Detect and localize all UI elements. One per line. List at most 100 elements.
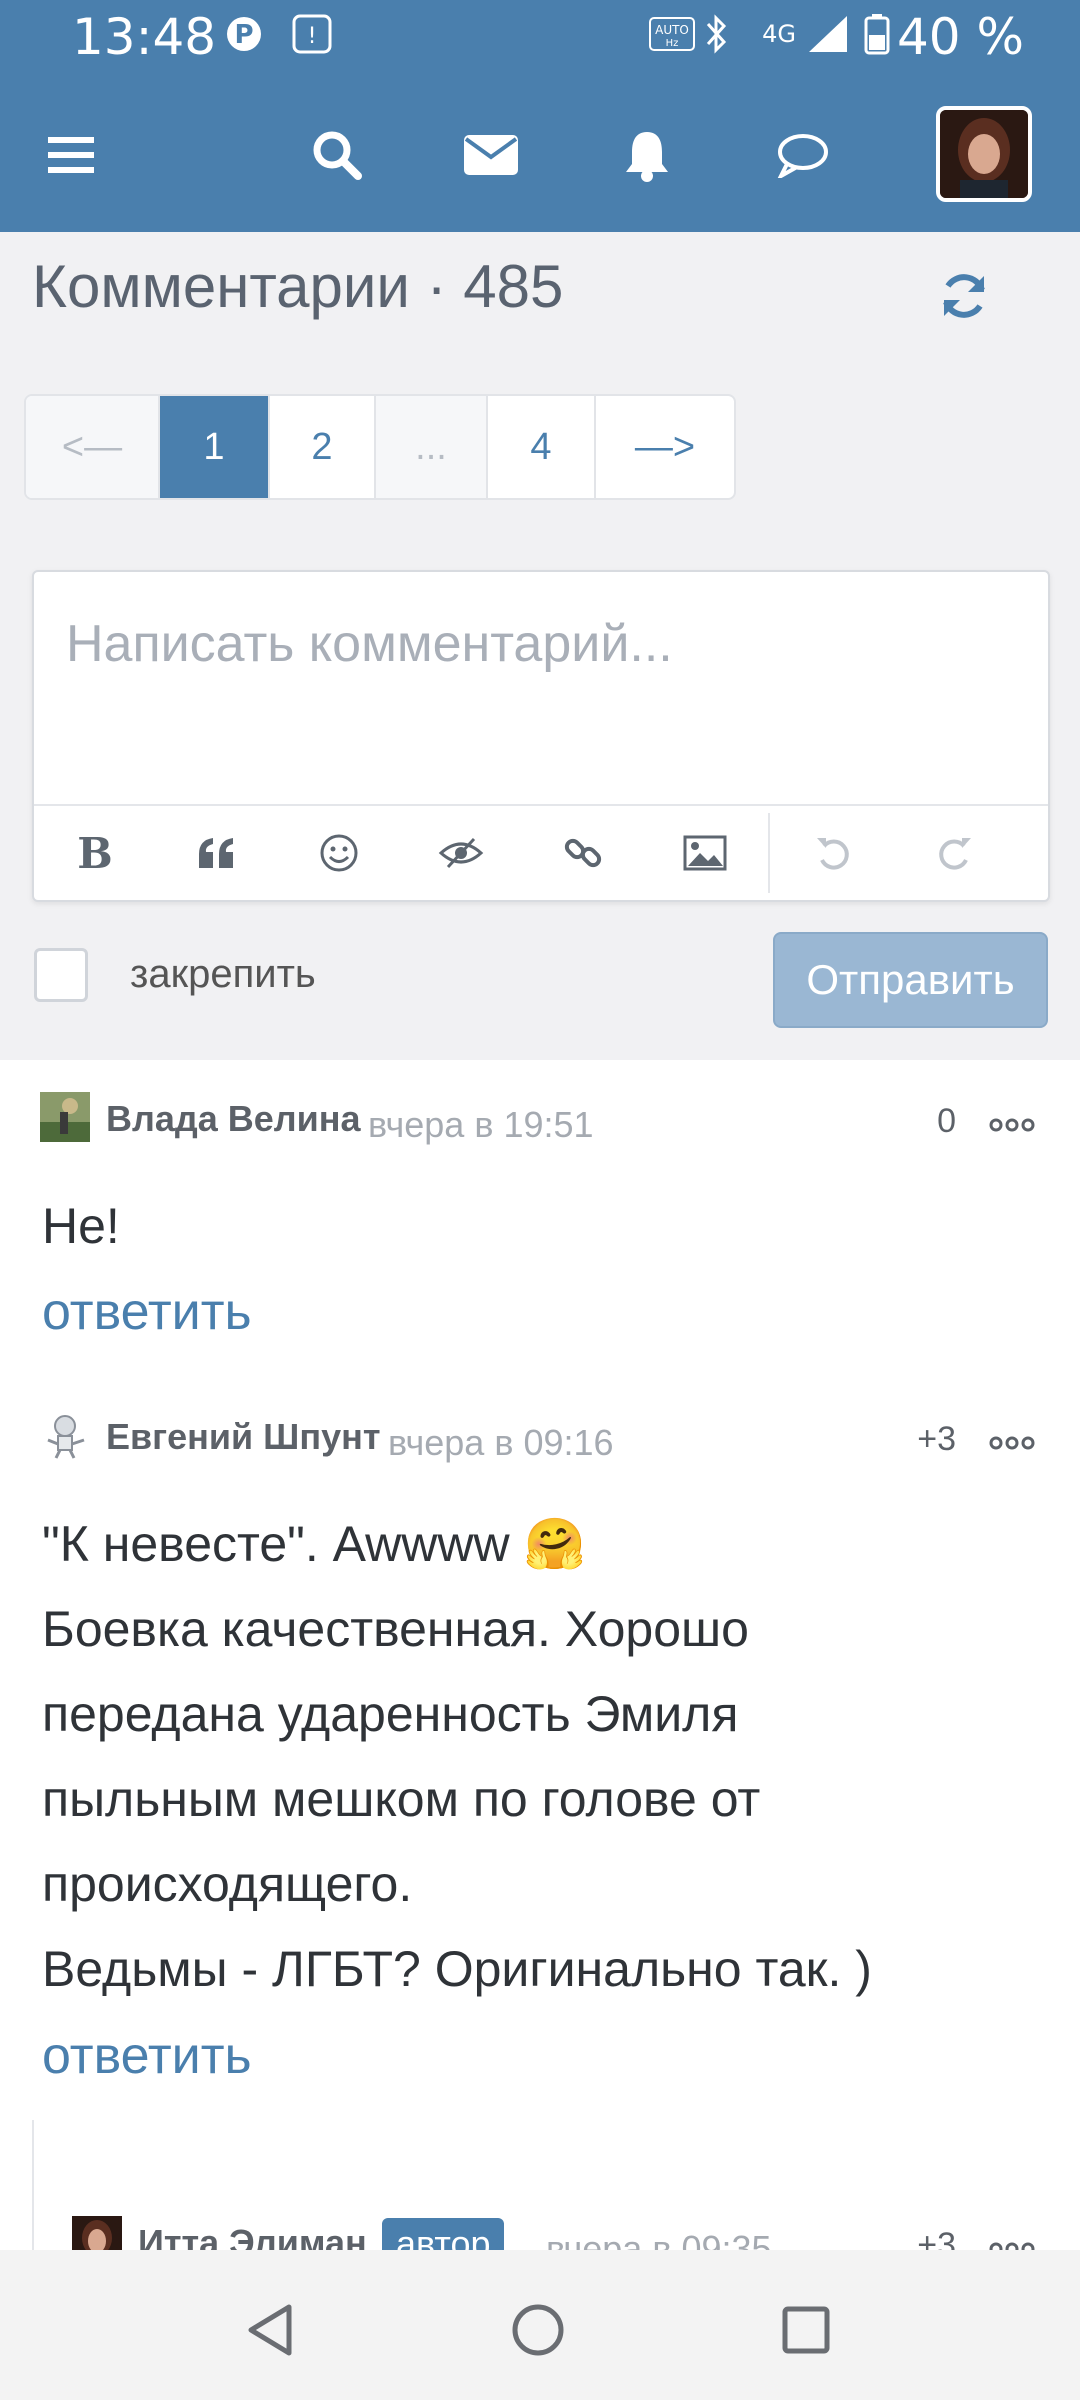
auto-hz-icon: AUTO Hz — [648, 14, 696, 54]
comment-author[interactable]: Евгений Шпунт — [106, 1416, 380, 1458]
bold-icon: B — [77, 828, 113, 878]
comment-line: Ведьмы - ЛГБТ? Оригинально так. ) — [42, 1941, 872, 1997]
image-button[interactable] — [644, 805, 766, 901]
svg-text:P: P — [234, 20, 253, 50]
redo-button[interactable] — [894, 805, 1016, 901]
page-title: Комментарии · 485 — [32, 253, 564, 320]
pagination-ellipsis: ... — [376, 396, 488, 498]
quote-icon — [199, 838, 233, 868]
menu-icon — [48, 137, 94, 173]
recents-icon — [782, 2306, 830, 2354]
recents-button[interactable] — [766, 2290, 846, 2370]
notifications-button[interactable] — [592, 100, 702, 210]
battery-icon — [862, 14, 892, 55]
editor-toolbar: B — [34, 804, 1048, 900]
search-icon — [313, 131, 362, 180]
status-bar: 13:48 P ! AUTO Hz 4G 40 % — [0, 0, 1080, 72]
pagination-next[interactable]: —> — [596, 396, 734, 498]
pagination-page-1[interactable]: 1 — [160, 396, 270, 498]
comment-text: "К невесте". Awwww 🤗 Боевка качественная… — [42, 1502, 1042, 2012]
menu-button[interactable] — [16, 100, 126, 210]
avatar[interactable] — [40, 1410, 90, 1460]
comment-author[interactable]: Влада Велина — [106, 1098, 361, 1140]
svg-text:!: ! — [308, 24, 317, 49]
link-button[interactable] — [522, 805, 644, 901]
undo-icon — [817, 838, 849, 870]
network-type: 4G — [762, 20, 796, 48]
chat-button[interactable] — [748, 100, 858, 210]
comments-list: Влада Велина вчера в 19:51 0 Не! ответит… — [0, 1060, 1080, 2250]
signal-icon — [806, 14, 850, 54]
more-icon — [989, 2242, 1035, 2250]
battery-percent: 40 % — [896, 8, 1024, 66]
reply-link[interactable]: ответить — [42, 1282, 252, 1342]
redo-icon — [939, 838, 971, 870]
pinterest-icon: P — [224, 14, 264, 54]
comment-score: +3 — [917, 2226, 956, 2250]
comment-time[interactable]: вчера в 09:16 — [388, 1422, 614, 1464]
mail-icon — [464, 135, 518, 175]
comment-editor: B — [32, 570, 1050, 902]
bluetooth-icon — [702, 14, 732, 54]
home-icon — [512, 2304, 564, 2356]
reply-link[interactable]: ответить — [42, 2026, 252, 2086]
spoiler-button[interactable] — [400, 805, 522, 901]
avatar[interactable] — [72, 2216, 122, 2250]
refresh-button[interactable] — [930, 262, 998, 330]
pagination-prev[interactable]: <— — [26, 396, 160, 498]
system-nav-bar — [0, 2250, 1080, 2400]
top-nav — [0, 100, 1080, 210]
comment-line: Боевка качественная. Хорошо — [42, 1601, 749, 1657]
comment-line: передана ударенность Эмиля — [42, 1686, 739, 1742]
comment-line: "К невесте". Awwww 🤗 — [42, 1516, 586, 1572]
more-icon — [989, 1118, 1035, 1132]
app-notification-icon: ! — [290, 14, 334, 54]
svg-text:AUTO: AUTO — [655, 23, 689, 37]
svg-text:Hz: Hz — [666, 38, 679, 49]
pagination-page-2[interactable]: 2 — [270, 396, 376, 498]
back-button[interactable] — [230, 2290, 310, 2370]
image-icon — [683, 835, 727, 871]
more-icon — [989, 1436, 1035, 1450]
thread-line — [32, 2120, 34, 2250]
comment-line: пыльным мешком по голове от — [42, 1771, 761, 1827]
author-badge: автор — [382, 2218, 505, 2250]
mail-button[interactable] — [436, 100, 546, 210]
home-button[interactable] — [498, 2290, 578, 2370]
refresh-icon — [943, 274, 985, 318]
emoji-button[interactable] — [278, 805, 400, 901]
pin-checkbox[interactable] — [34, 948, 88, 1002]
comment-line: Не! — [42, 1198, 120, 1254]
chat-icon — [777, 134, 828, 178]
quote-button[interactable] — [156, 805, 278, 901]
bold-button[interactable]: B — [34, 805, 156, 901]
more-options-button[interactable] — [982, 1428, 1042, 1458]
pagination: <— 1 2 ... 4 —> — [24, 394, 736, 500]
comment-score: +3 — [917, 1420, 956, 1458]
more-options-button[interactable] — [982, 2234, 1042, 2250]
pin-label: закрепить — [130, 952, 316, 996]
comment-text: Не! — [42, 1184, 1042, 1269]
avatar — [940, 110, 1028, 198]
back-icon — [248, 2304, 292, 2356]
comment-time[interactable]: вчера в 19:51 — [368, 1104, 594, 1146]
status-time: 13:48 — [72, 8, 217, 66]
comment-line: происходящего. — [42, 1856, 413, 1912]
link-icon — [564, 838, 602, 868]
comment-input[interactable] — [34, 572, 1048, 804]
emoji-icon — [320, 834, 358, 872]
app-header: 13:48 P ! AUTO Hz 4G 40 % — [0, 0, 1080, 232]
search-button[interactable] — [282, 100, 392, 210]
avatar[interactable] — [40, 1092, 90, 1142]
pagination-page-4[interactable]: 4 — [488, 396, 596, 498]
toolbar-divider — [768, 813, 770, 893]
spoiler-icon — [438, 837, 484, 869]
undo-button[interactable] — [772, 805, 894, 901]
comment-time[interactable]: вчера в 09:35 — [546, 2228, 772, 2250]
comment-score: 0 — [937, 1102, 956, 1140]
bell-icon — [626, 132, 668, 182]
send-button[interactable]: Отправить — [773, 932, 1048, 1028]
comment-author[interactable]: Итта Элиман — [138, 2222, 367, 2250]
user-avatar-button[interactable] — [936, 106, 1032, 202]
more-options-button[interactable] — [982, 1110, 1042, 1140]
